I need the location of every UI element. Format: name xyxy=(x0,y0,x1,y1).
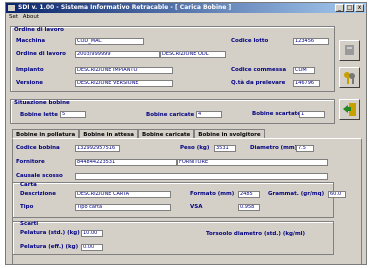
minimize-button[interactable]: _ xyxy=(335,4,344,12)
main-window: SDI v. 1.00 - Sistema Informativo Retrac… xyxy=(5,2,367,265)
impianto-field[interactable]: DESCRIZIONE IMPIANTO xyxy=(75,67,173,74)
pelatura-eff-field[interactable]: 0.00 xyxy=(81,244,103,251)
caricate-label: Bobine caricate xyxy=(146,112,195,118)
title-bar: SDI v. 1.00 - Sistema Informativo Retrac… xyxy=(6,3,366,13)
ordine-field[interactable]: 2003/999999 xyxy=(75,51,160,58)
qta-label: Q.tà da prelevare xyxy=(231,80,286,86)
scarti-label: Scarti xyxy=(20,221,39,227)
keys-icon xyxy=(344,72,355,84)
tipo-field[interactable]: Tipo carta xyxy=(75,204,171,211)
scartate-label: Bobine scartate xyxy=(252,111,302,117)
vsa-label: VSA xyxy=(190,204,203,210)
maximize-button[interactable]: □ xyxy=(345,4,354,12)
descrizione-label: Descrizione xyxy=(20,191,56,197)
exit-button[interactable] xyxy=(339,99,360,120)
grammat-label: Grammat. (gr/mq) xyxy=(268,191,325,197)
scartate-field[interactable]: 1 xyxy=(299,111,325,118)
pelatura-eff-label: Pelatura (eff.) (kg) xyxy=(20,244,79,250)
descrizione-odl-field[interactable]: DESCRIZIONE ODL xyxy=(160,51,226,58)
codice-bobina-label: Codice bobina xyxy=(16,145,60,151)
vsa-field[interactable]: 0.958 xyxy=(238,204,260,211)
menu-set[interactable]: Set xyxy=(9,14,18,20)
close-button[interactable]: x xyxy=(355,4,364,12)
situazione-group-label: Situazione bobine xyxy=(14,100,70,106)
tipo-label: Tipo xyxy=(20,204,34,210)
menu-bar: Set About xyxy=(6,13,366,22)
causale-label: Causale scosso xyxy=(16,173,63,179)
grammat-field[interactable]: 60.0 xyxy=(328,191,346,198)
pelatura-std-label: Pelatura (std.) (kg) xyxy=(20,230,80,236)
causale-field[interactable] xyxy=(75,173,328,180)
impianto-label: Impianto xyxy=(16,67,44,73)
torsoolo-label: Torsoolo diametro (std.) (kg/ml) xyxy=(206,231,306,237)
fornitore-label: Fornitore xyxy=(16,159,45,165)
diametro-field[interactable]: 7.5 xyxy=(296,145,314,152)
lette-field[interactable]: 5 xyxy=(60,111,86,118)
app-icon xyxy=(8,5,15,11)
lette-label: Bobine lette xyxy=(20,112,58,118)
versione-field[interactable]: DESCRIZIONE VERSIONE xyxy=(75,80,173,87)
fornitore-code-field[interactable]: 844844223531 xyxy=(75,159,177,166)
versione-label: Versione xyxy=(16,80,43,86)
codice-bobina-field[interactable]: 132992957516 xyxy=(75,145,120,152)
formato-label: Formato (mm) xyxy=(190,191,235,197)
refresh-button[interactable] xyxy=(339,40,360,61)
formato-field[interactable]: 2485 xyxy=(238,191,260,198)
keys-button[interactable] xyxy=(339,67,360,88)
fornitore-field[interactable]: FORNITORE xyxy=(177,159,328,166)
codice-lotto-field[interactable]: 123456 xyxy=(293,38,329,45)
ordine-label: Ordine di lavoro xyxy=(16,51,66,57)
peso-field[interactable]: 3531 xyxy=(214,145,236,152)
refresh-icon xyxy=(345,45,354,55)
carta-label: Carta xyxy=(20,182,37,188)
pelatura-std-field[interactable]: 10.00 xyxy=(81,230,103,237)
commessa-field[interactable]: COM xyxy=(293,67,315,74)
diametro-label: Diametro (mm) xyxy=(250,145,298,151)
descrizione-field[interactable]: DESCRIZIONE CARTA xyxy=(75,191,171,198)
ordine-group-label: Ordine di lavoro xyxy=(14,27,64,33)
commessa-label: Codice commessa xyxy=(231,67,287,73)
codice-lotto-label: Codice lotto xyxy=(231,38,269,44)
qta-field[interactable]: 146796 xyxy=(293,80,320,87)
exit-icon xyxy=(343,103,356,116)
caricate-field[interactable]: 4 xyxy=(196,111,222,118)
macchina-label: Macchina xyxy=(16,38,46,44)
peso-label: Peso (kg) xyxy=(180,145,210,151)
menu-about[interactable]: About xyxy=(23,14,39,20)
window-title: SDI v. 1.00 - Sistema Informativo Retrac… xyxy=(18,4,232,11)
carta-group xyxy=(12,182,334,218)
macchina-field[interactable]: COD_MAC xyxy=(75,38,144,45)
